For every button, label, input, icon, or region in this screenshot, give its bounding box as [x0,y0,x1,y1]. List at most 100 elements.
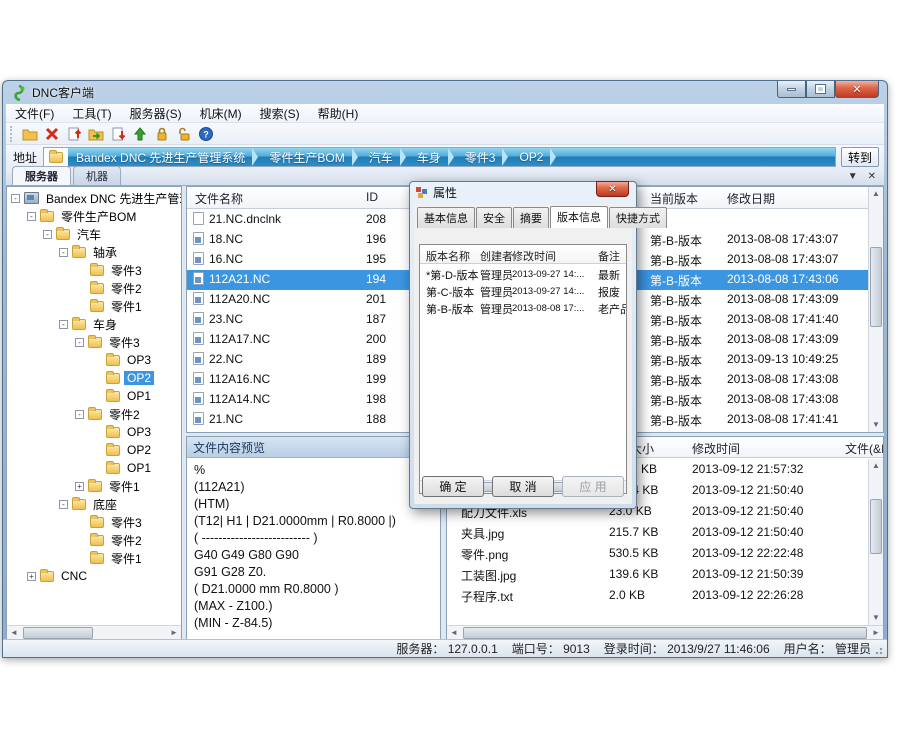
col-version[interactable]: 当前版本 [650,190,698,207]
tree-item-零件2[interactable]: 零件2 [7,531,181,549]
tree-item-Bandex DNC 先进生产管理系统[interactable]: -Bandex DNC 先进生产管理系统 [7,189,181,207]
version-note: 老产品程序 [598,301,627,317]
collapse-icon[interactable]: - [75,410,84,419]
file-list-vscrollbar[interactable]: ▲▼ [868,187,883,432]
address-box[interactable]: Bandex DNC 先进生产管理系统零件生产BOM汽车车身零件3OP2 [43,147,836,167]
attachments-hscrollbar[interactable]: ◄► [447,625,883,640]
tree-item-零件生产BOM[interactable]: -零件生产BOM [7,207,181,225]
col-file[interactable]: 文件(&I [845,440,884,457]
tree-item-OP3[interactable]: OP3 [7,423,181,441]
breadcrumb-item-2[interactable]: 汽车 [361,148,409,166]
menu-item-0[interactable]: 文件(F) [6,103,63,124]
tree-item-CNC[interactable]: +CNC [7,567,181,585]
breadcrumb-item-4[interactable]: 零件3 [457,148,512,166]
tree-hscrollbar[interactable]: ◄► [7,625,181,640]
tab-服务器[interactable]: 服务器 [12,166,71,185]
send-folder-icon[interactable] [85,125,107,143]
tree-item-零件2[interactable]: -零件2 [7,405,181,423]
chevron-down-icon[interactable]: ▼ [848,171,858,182]
tree-item-OP1[interactable]: OP1 [7,387,181,405]
checkout-file-icon[interactable] [107,125,129,143]
version-row-第-C-版本[interactable]: 第-C-版本管理员2013-09-27 14:...报废 [420,282,626,299]
dialog-tab-基本信息[interactable]: 基本信息 [417,207,475,228]
menu-item-1[interactable]: 工具(T) [63,103,120,124]
file-id: 196 [366,232,386,246]
expand-icon[interactable]: + [75,482,84,491]
tree-item-零件2[interactable]: 零件2 [7,279,181,297]
breadcrumb-item-1[interactable]: 零件生产BOM [261,148,360,166]
col-note[interactable]: 备注 [598,248,620,264]
col-id[interactable]: ID [366,190,378,204]
col-creator[interactable]: 创建者 [480,248,513,264]
maximize-button[interactable] [806,81,835,98]
attachment-row-夹具.jpg[interactable]: 夹具.jpg215.7 KB2013-09-12 21:50:40 [447,522,868,543]
tree-item-OP2[interactable]: OP2 [7,369,181,387]
collapse-icon[interactable]: - [75,338,84,347]
tree-item-汽车[interactable]: -汽车 [7,225,181,243]
upload-arrow-icon[interactable] [129,125,151,143]
menu-item-4[interactable]: 搜索(S) [251,103,309,124]
panel-close-icon[interactable]: ✕ [868,171,876,182]
menu-item-5[interactable]: 帮助(H) [309,103,368,124]
folder-icon [72,247,86,258]
tree-item-零件1[interactable]: 零件1 [7,297,181,315]
attachment-row-零件.png[interactable]: 零件.png530.5 KB2013-09-12 22:22:48 [447,543,868,564]
tree-item-OP1[interactable]: OP1 [7,459,181,477]
dialog-tab-快捷方式[interactable]: 快捷方式 [609,207,667,228]
dialog-tab-安全[interactable]: 安全 [476,207,512,228]
tree-item-OP3[interactable]: OP3 [7,351,181,369]
delete-icon[interactable] [41,125,63,143]
menu-item-3[interactable]: 机床(M) [191,103,251,124]
tree-item-底座[interactable]: -底座 [7,495,181,513]
tree-item-零件3[interactable]: 零件3 [7,261,181,279]
tree-item-OP2[interactable]: OP2 [7,441,181,459]
col-version-name[interactable]: 版本名称 [426,248,470,264]
new-folder-icon[interactable] [19,125,41,143]
tree-item-零件3[interactable]: -零件3 [7,333,181,351]
file-name: 18.NC [193,232,243,246]
expand-icon[interactable]: + [27,572,36,581]
dialog-close-button[interactable]: ✕ [596,181,629,197]
minimize-button[interactable] [777,81,806,98]
dialog-tab-版本信息[interactable]: 版本信息 [550,206,608,228]
tree-item-车身[interactable]: -车身 [7,315,181,333]
attachment-row-子程序.txt[interactable]: 子程序.txt2.0 KB2013-09-12 22:26:28 [447,585,868,606]
app-window: DNC客户端 ✕ 文件(F)工具(T)服务器(S)机床(M)搜索(S)帮助(H)… [2,80,888,658]
attachments-vscrollbar[interactable]: ▲▼ [868,459,883,625]
col-mod-time[interactable]: 修改时间 [692,440,740,457]
tab-机器[interactable]: 机器 [73,166,121,185]
version-row-*第-D-版本[interactable]: *第-D-版本管理员2013-09-27 14:...最新 [420,265,626,282]
col-mod-date[interactable]: 修改日期 [727,190,775,207]
col-file-name[interactable]: 文件名称 [195,190,243,207]
tree-item-零件1[interactable]: +零件1 [7,477,181,495]
collapse-icon[interactable]: - [59,500,68,509]
col-mtime[interactable]: 修改时间 [512,248,556,264]
breadcrumb-item-5[interactable]: OP2 [511,148,559,166]
version-row-第-B-版本[interactable]: 第-B-版本管理员2013-08-08 17:...老产品程序 [420,299,626,316]
resize-grip[interactable] [875,645,885,655]
dialog-tab-摘要[interactable]: 摘要 [513,207,549,228]
folder-icon [90,301,104,312]
breadcrumb-item-3[interactable]: 车身 [409,148,457,166]
attachment-row-工装图.jpg[interactable]: 工装图.jpg139.6 KB2013-09-12 21:50:39 [447,564,868,585]
collapse-icon[interactable]: - [27,212,36,221]
tree-item-零件3[interactable]: 零件3 [7,513,181,531]
lock-icon[interactable] [151,125,173,143]
ok-button[interactable]: 确 定 [422,476,484,497]
nc-file-icon [193,372,204,385]
menu-item-2[interactable]: 服务器(S) [121,103,191,124]
help-icon[interactable]: ? [195,125,217,143]
collapse-icon[interactable]: - [59,248,68,257]
tree-item-轴承[interactable]: -轴承 [7,243,181,261]
tree-item-零件1[interactable]: 零件1 [7,549,181,567]
close-button[interactable]: ✕ [835,81,879,98]
collapse-icon[interactable]: - [43,230,52,239]
checkin-file-icon[interactable] [63,125,85,143]
go-button[interactable]: 转到 [841,147,879,167]
collapse-icon[interactable]: - [11,194,20,203]
unlock-icon[interactable] [173,125,195,143]
collapse-icon[interactable]: - [59,320,68,329]
cancel-button[interactable]: 取 消 [492,476,554,497]
file-version: 第-B-版本 [650,412,702,429]
breadcrumb-item-0[interactable]: Bandex DNC 先进生产管理系统 [68,148,261,166]
